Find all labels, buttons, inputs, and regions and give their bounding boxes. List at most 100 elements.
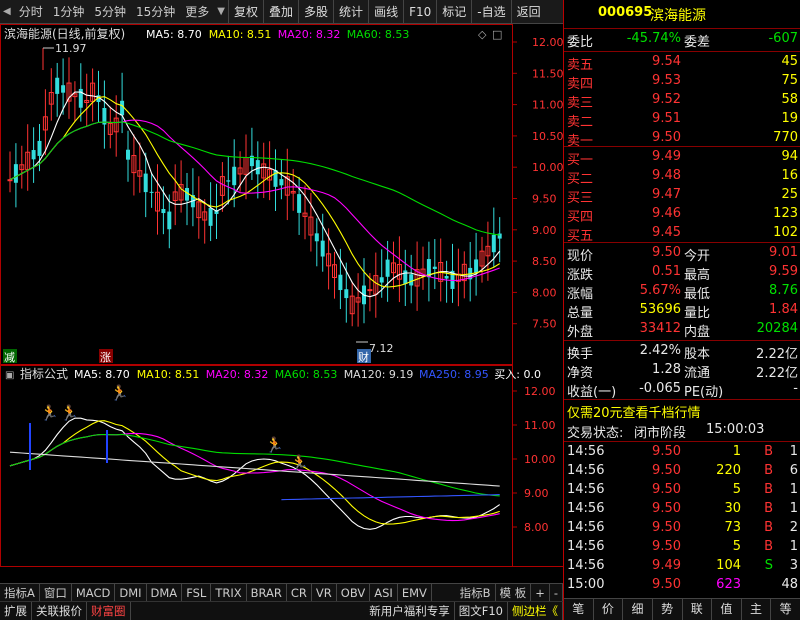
reduce-marker[interactable]: 减: [4, 351, 15, 364]
order-book-row[interactable]: 买三 9.47 25: [564, 186, 800, 206]
quote-tab[interactable]: 势: [653, 599, 683, 620]
status-link[interactable]: 财富圈: [87, 602, 131, 620]
tab-timeshare[interactable]: 分时: [14, 0, 48, 23]
y-tick-label: 11.00: [524, 419, 556, 432]
stat-label: 量比: [684, 306, 711, 321]
order-book-row[interactable]: 卖五 9.54 45: [564, 53, 800, 73]
promo-text[interactable]: 仅需20元查看千档行情: [567, 402, 701, 421]
stat-label: 换手: [567, 347, 594, 362]
tick-row[interactable]: 14:56 9.50 73 B 2: [564, 519, 800, 539]
order-book-row[interactable]: 买二 9.48 16: [564, 167, 800, 187]
indicator-tab[interactable]: 窗口: [40, 584, 72, 601]
tick-row[interactable]: 14:56 9.49 104 S 3: [564, 557, 800, 577]
status-link[interactable]: 图文F10: [455, 602, 508, 620]
tick-volume: 73: [724, 520, 741, 535]
stat-label: 流通: [684, 366, 711, 381]
finance-marker[interactable]: 财: [358, 350, 369, 364]
sub-ma-line: [9, 417, 501, 530]
indicator-tab[interactable]: FSL: [182, 584, 212, 601]
multi-stock-button[interactable]: 多股: [298, 0, 333, 23]
f10-button[interactable]: F10: [403, 0, 436, 23]
overlay-button[interactable]: 叠加: [263, 0, 298, 23]
sub-chart-title[interactable]: 指标公式: [20, 366, 68, 381]
triangle-left-icon[interactable]: ◀: [3, 6, 11, 17]
tick-row[interactable]: 14:56 9.50 5 B 1: [564, 538, 800, 558]
order-book-row[interactable]: 卖二 9.51 19: [564, 110, 800, 130]
indicator-tab[interactable]: DMI: [115, 584, 147, 601]
square-icon[interactable]: □: [492, 28, 502, 41]
indicator-tab[interactable]: VR: [312, 584, 337, 601]
tick-count: 1: [789, 539, 798, 554]
quote-tab[interactable]: 主: [742, 599, 772, 620]
indicator-tab[interactable]: OBV: [337, 584, 371, 601]
chevron-down-icon[interactable]: ▼: [217, 6, 225, 17]
quote-tab[interactable]: 等: [771, 599, 800, 620]
status-link[interactable]: 新用户福利专享: [365, 602, 455, 620]
stat-label: 涨跌: [567, 268, 594, 283]
back-button[interactable]: 返回: [510, 0, 546, 23]
kline-chart-svg[interactable]: 滨海能源(日线,前复权) MA5: 8.70 MA10: 8.51 MA20: 8.…: [0, 24, 564, 582]
tab-more[interactable]: 更多: [180, 0, 214, 23]
indicator-tab[interactable]: TRIX: [211, 584, 247, 601]
indicator-tab[interactable]: -: [550, 584, 563, 601]
status-link[interactable]: 扩展: [0, 602, 32, 620]
quote-tab[interactable]: 笔: [564, 599, 594, 620]
indicator-tab[interactable]: CR: [287, 584, 312, 601]
tick-price: 9.50: [652, 520, 681, 535]
statistics-button[interactable]: 统计: [333, 0, 368, 23]
candle-body: [13, 164, 18, 183]
tick-count: 6: [789, 463, 798, 478]
level-price: 9.53: [652, 73, 681, 88]
candle-body: [31, 150, 36, 160]
quote-tab[interactable]: 联: [683, 599, 713, 620]
draw-line-button[interactable]: 画线: [368, 0, 403, 23]
indicator-tab[interactable]: BRAR: [247, 584, 287, 601]
main-chart-frame: [0, 24, 513, 365]
indicator-tab[interactable]: MACD: [72, 584, 116, 601]
tick-price: 9.50: [652, 501, 681, 516]
promo-row[interactable]: 仅需20元查看千档行情: [564, 401, 800, 421]
quote-tab[interactable]: 细: [623, 599, 653, 620]
ma-line: [9, 91, 501, 298]
sub-ma-legend: MA5: 8.70 MA10: 8.51 MA20: 8.32 MA60: 8.53 M…: [74, 368, 541, 381]
collapse-icon[interactable]: ▣: [5, 370, 14, 381]
level-volume: 16: [781, 168, 798, 183]
tab-1min[interactable]: 1分钟: [48, 0, 90, 23]
remove-watchlist-button[interactable]: -自选: [471, 0, 510, 23]
indicator-tab[interactable]: 指标A: [0, 584, 40, 601]
indicator-tab[interactable]: EMV: [398, 584, 432, 601]
mark-button[interactable]: 标记: [436, 0, 471, 23]
kline-chart-area[interactable]: 滨海能源(日线,前复权) MA5: 8.70 MA10: 8.51 MA20: 8.…: [0, 24, 564, 582]
order-book-row[interactable]: 买五 9.45 102: [564, 224, 800, 244]
order-book-row[interactable]: 买四 9.46 123: [564, 205, 800, 225]
indicator-tab[interactable]: DMA: [147, 584, 183, 601]
indicator-tab[interactable]: ASI: [370, 584, 398, 601]
tick-row[interactable]: 14:56 9.50 30 B 1: [564, 500, 800, 520]
order-book-row[interactable]: 卖三 9.52 58: [564, 91, 800, 111]
status-link[interactable]: 侧边栏《: [508, 602, 563, 620]
level-volume: 19: [781, 111, 798, 126]
quote-tab[interactable]: 价: [594, 599, 624, 620]
tab-15min[interactable]: 15分钟: [131, 0, 180, 23]
tick-row[interactable]: 14:56 9.50 220 B 6: [564, 462, 800, 482]
diamond-icon[interactable]: ◇: [478, 28, 487, 41]
restore-rights-button[interactable]: 复权: [228, 0, 263, 23]
order-book-row[interactable]: 买一 9.49 94: [564, 148, 800, 168]
trade-state-row: 交易状态: 闭市阶段 15:00:03: [567, 422, 765, 441]
stat-value: 2.22亿: [756, 366, 798, 381]
tick-side: B: [764, 539, 773, 554]
order-book-row[interactable]: 卖四 9.53 75: [564, 72, 800, 92]
indicator-tab[interactable]: 模 板: [496, 584, 532, 601]
tab-5min[interactable]: 5分钟: [89, 0, 131, 23]
y-tick-label: 10.00: [524, 453, 556, 466]
candle-body: [149, 191, 154, 193]
rise-marker[interactable]: 涨: [100, 351, 111, 364]
tick-row[interactable]: 14:56 9.50 5 B 1: [564, 481, 800, 501]
tick-row[interactable]: 15:00 9.50 623 48: [564, 576, 800, 596]
tick-side: B: [764, 520, 773, 535]
tick-row[interactable]: 14:56 9.50 1 B 1: [564, 443, 800, 463]
indicator-tab[interactable]: 指标B: [456, 584, 496, 601]
quote-tab[interactable]: 值: [712, 599, 742, 620]
indicator-tab[interactable]: +: [531, 584, 550, 601]
status-link[interactable]: 关联报价: [32, 602, 87, 620]
